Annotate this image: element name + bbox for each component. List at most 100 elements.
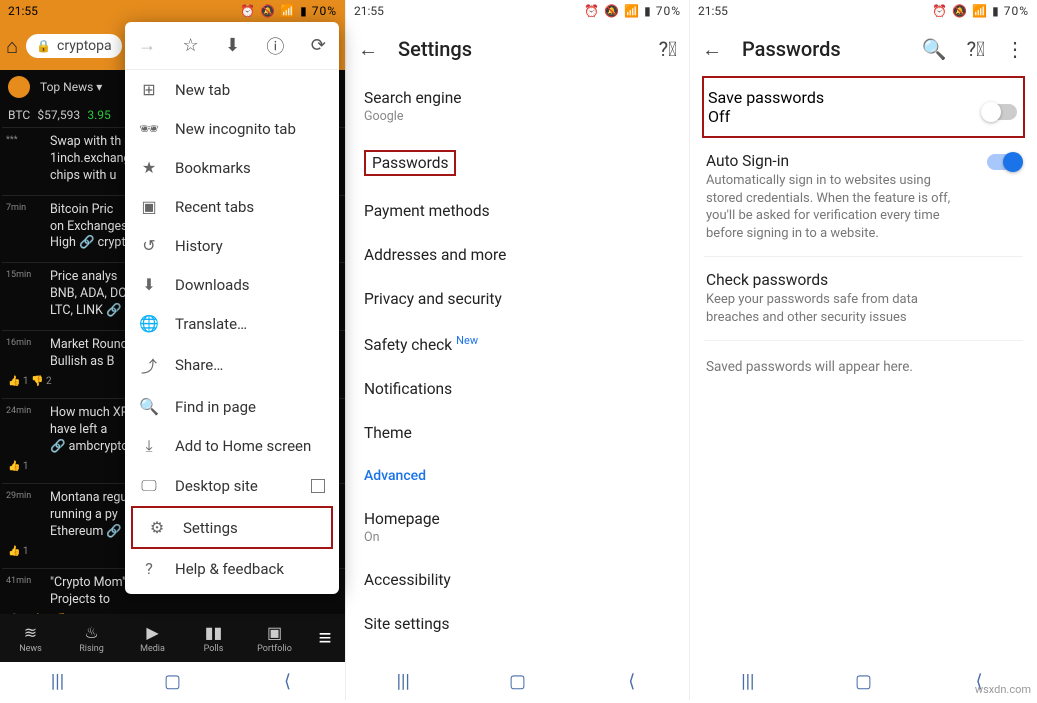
menu-add-home[interactable]: ⤓Add to Home screen <box>125 426 339 466</box>
appbar-actions: 🔍 ?⃝ ⋮ <box>922 37 1025 61</box>
setting-safety-check[interactable]: Safety checkNew <box>346 321 689 367</box>
flame-icon: ♨ <box>61 623 122 642</box>
home-icon[interactable]: ⌂ <box>6 34 18 59</box>
setting-label: Payment methods <box>364 202 490 220</box>
nav-label: Media <box>140 644 165 654</box>
add-home-icon: ⤓ <box>139 436 159 456</box>
setting-payment[interactable]: Payment methods <box>346 189 689 233</box>
setting-label: Homepage <box>364 510 671 528</box>
menu-label: History <box>175 237 223 255</box>
status-icons: ⏰ 🔕 📶 ▮ 70% <box>584 4 681 18</box>
setting-label: Site settings <box>364 615 450 633</box>
recents-key[interactable]: ||| <box>388 671 418 692</box>
home-key[interactable]: ▢ <box>158 671 188 692</box>
plus-icon: ⊞ <box>139 80 159 99</box>
recents-key[interactable]: ||| <box>733 671 763 692</box>
menu-incognito[interactable]: 🕶New incognito tab <box>125 109 339 148</box>
site-logo[interactable] <box>8 76 30 98</box>
menu-recent-tabs[interactable]: ▣Recent tabs <box>125 187 339 226</box>
back-icon[interactable]: ← <box>358 37 378 62</box>
setting-auto-signin[interactable]: Auto Sign-in Automatically sign in to we… <box>704 138 1023 257</box>
soft-keys: ||| ▢ ⟨ <box>346 662 689 700</box>
tabs-icon: ▣ <box>139 197 159 216</box>
nav-news[interactable]: ≋News <box>0 623 61 654</box>
toggle-on[interactable] <box>987 154 1021 170</box>
setting-label: Addresses and more <box>364 246 506 264</box>
back-icon[interactable]: ← <box>702 37 722 62</box>
item-time: 29min <box>6 490 31 502</box>
search-icon[interactable]: 🔍 <box>922 37 947 61</box>
setting-label: Safety check <box>364 336 452 354</box>
menu-find[interactable]: 🔍Find in page <box>125 387 339 426</box>
setting-theme[interactable]: Theme <box>346 411 689 455</box>
highlight-passwords: Passwords <box>364 150 456 176</box>
setting-label: Notifications <box>364 380 452 398</box>
setting-addresses[interactable]: Addresses and more <box>346 233 689 277</box>
menu-desktop-site[interactable]: 🖵Desktop site <box>125 466 339 506</box>
hamburger-icon[interactable]: ≡ <box>305 625 345 651</box>
star-icon: ★ <box>139 158 159 177</box>
setting-site-settings[interactable]: Site settings <box>346 602 689 646</box>
checkbox-icon[interactable] <box>311 479 325 493</box>
setting-search-engine[interactable]: Search engine Google <box>346 76 689 137</box>
download-icon[interactable]: ⬇ <box>225 35 240 56</box>
setting-save-passwords[interactable]: Save passwords Off <box>708 88 1019 126</box>
nav-media[interactable]: ▶ Media <box>122 623 183 654</box>
item-time: *** <box>6 134 18 146</box>
menu-history[interactable]: ↺History <box>125 226 339 265</box>
setting-homepage[interactable]: Homepage On <box>346 497 689 558</box>
setting-label: Passwords <box>372 154 448 172</box>
rss-icon: ≋ <box>0 623 61 642</box>
item-time: 24min <box>6 405 31 417</box>
page-title: Passwords <box>742 37 902 61</box>
status-bar: 21:55 ⏰ 🔕 📶 ▮ 70% <box>690 0 1037 22</box>
menu-downloads[interactable]: ⬇Downloads <box>125 265 339 304</box>
setting-accessibility[interactable]: Accessibility <box>346 558 689 602</box>
help-icon[interactable]: ?⃝ <box>659 37 677 61</box>
menu-help[interactable]: ?Help & feedback <box>125 549 339 588</box>
menu-new-tab[interactable]: ⊞New tab <box>125 70 339 109</box>
home-key[interactable]: ▢ <box>848 671 878 692</box>
nav-portfolio[interactable]: ▣Portfolio <box>244 623 305 654</box>
settings-appbar: ← Settings ?⃝ <box>346 22 689 76</box>
play-icon: ▶ <box>122 623 183 642</box>
menu-settings[interactable]: ⚙Settings <box>133 508 331 547</box>
topnews-dropdown[interactable]: Top News ▾ <box>40 80 102 94</box>
star-icon[interactable]: ☆ <box>182 35 198 56</box>
url-pill[interactable]: 🔒 cryptopa <box>26 34 122 58</box>
recents-key[interactable]: ||| <box>43 671 73 692</box>
setting-notifications[interactable]: Notifications <box>346 367 689 411</box>
setting-check-passwords[interactable]: Check passwords Keep your passwords safe… <box>704 257 1023 341</box>
back-key[interactable]: ⟨ <box>273 671 303 692</box>
menu-bookmarks[interactable]: ★Bookmarks <box>125 148 339 187</box>
passwords-list: Save passwords Off Auto Sign-in Automati… <box>690 76 1037 393</box>
nav-polls[interactable]: ▮▮Polls <box>183 623 244 654</box>
menu-translate[interactable]: 🌐Translate… <box>125 304 339 343</box>
nav-label: Rising <box>79 644 104 654</box>
ticker-pair: BTC <box>8 108 30 122</box>
refresh-icon[interactable]: ⟳ <box>311 35 326 56</box>
setting-label: Theme <box>364 424 412 442</box>
lock-icon: 🔒 <box>36 39 51 53</box>
chart-icon: ▮▮ <box>183 623 244 642</box>
setting-privacy[interactable]: Privacy and security <box>346 277 689 321</box>
overflow-icon[interactable]: ⋮ <box>1005 37 1025 61</box>
status-icons: ⏰ 🔕 📶 ▮ 70% <box>932 4 1029 18</box>
translate-icon: 🌐 <box>139 314 159 333</box>
chrome-menu: → ☆ ⬇ ⓘ ⟳ ⊞New tab 🕶New incognito tab ★B… <box>125 22 339 594</box>
home-key[interactable]: ▢ <box>502 671 532 692</box>
toggle-off[interactable] <box>983 104 1017 120</box>
menu-label: Find in page <box>175 398 256 416</box>
nav-rising[interactable]: ♨ Rising <box>61 623 122 654</box>
setting-passwords[interactable]: Passwords <box>346 137 689 189</box>
back-key[interactable]: ⟨ <box>617 671 647 692</box>
setting-label: Advanced <box>364 468 426 484</box>
status-time: 21:55 <box>354 4 384 18</box>
info-icon[interactable]: ⓘ <box>266 33 284 59</box>
forward-icon[interactable]: → <box>138 35 156 56</box>
help-icon[interactable]: ?⃝ <box>967 37 985 61</box>
status-time: 21:55 <box>8 4 38 18</box>
empty-hint: Saved passwords will appear here. <box>704 341 1023 393</box>
setting-value: Off <box>708 107 1019 126</box>
menu-share[interactable]: ⤴Share… <box>125 343 339 387</box>
